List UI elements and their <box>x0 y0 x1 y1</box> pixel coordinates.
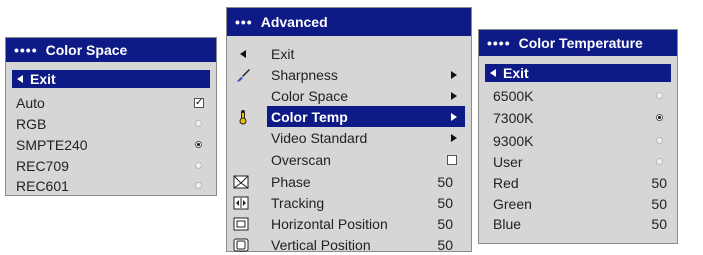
vertical-position-icon <box>233 237 249 253</box>
item-label: Vertical Position <box>271 236 371 253</box>
advanced-item-color-space[interactable]: Color Space <box>227 85 471 106</box>
thermometer-icon <box>235 109 251 125</box>
blue-value: 50 <box>651 215 667 232</box>
phase-icon <box>233 174 249 190</box>
item-label: REC709 <box>16 157 69 174</box>
back-arrow-icon <box>17 75 23 83</box>
color-temp-item-9300k[interactable]: 9300K <box>479 130 677 151</box>
item-label: Video Standard <box>271 129 368 146</box>
user-radio[interactable] <box>656 158 663 165</box>
color-space-item-rgb[interactable]: RGB <box>6 113 216 134</box>
color-space-item-rec601[interactable]: REC601 <box>6 175 216 196</box>
item-label: Tracking <box>271 194 325 211</box>
color-space-menu: •••• Color Space Exit Auto ✓ RGB SMPTE24… <box>5 37 217 196</box>
advanced-item-overscan[interactable]: Overscan <box>227 149 471 170</box>
item-label: Overscan <box>271 151 331 168</box>
advanced-item-exit[interactable]: Exit <box>227 43 471 64</box>
item-label: Green <box>493 195 532 212</box>
color-temp-item-7300k[interactable]: 7300K <box>479 107 677 128</box>
submenu-arrow-icon <box>451 91 457 100</box>
item-label: Auto <box>16 94 45 111</box>
9300k-radio[interactable] <box>656 137 663 144</box>
rec601-radio[interactable] <box>195 182 202 189</box>
item-label: 7300K <box>493 109 534 126</box>
rec709-radio[interactable] <box>195 162 202 169</box>
item-label: Blue <box>493 215 522 232</box>
back-arrow-icon <box>490 69 496 77</box>
item-label: User <box>493 153 523 170</box>
advanced-item-horizontal-position[interactable]: Horizontal Position 50 <box>227 213 471 234</box>
green-value: 50 <box>651 195 667 212</box>
item-label: 6500K <box>493 87 534 104</box>
color-temp-item-user[interactable]: User <box>479 151 677 172</box>
tracking-value: 50 <box>437 194 453 211</box>
smpte240-radio[interactable] <box>195 141 202 148</box>
color-temp-item-blue[interactable]: Blue 50 <box>479 213 677 234</box>
exit-label: Exit <box>30 71 56 87</box>
color-space-item-rec709[interactable]: REC709 <box>6 155 216 176</box>
item-label: REC601 <box>16 177 69 194</box>
advanced-title: Advanced <box>260 14 328 30</box>
color-space-exit[interactable]: Exit <box>12 70 210 88</box>
item-label: Color Space <box>271 87 349 104</box>
overscan-checkbox[interactable] <box>447 154 457 165</box>
item-label: Phase <box>271 173 311 190</box>
advanced-item-tracking[interactable]: Tracking 50 <box>227 192 471 213</box>
color-temp-exit[interactable]: Exit <box>485 64 671 82</box>
back-arrow-icon <box>235 46 251 62</box>
red-value: 50 <box>651 174 667 191</box>
7300k-radio[interactable] <box>656 114 663 121</box>
item-label: Sharpness <box>271 66 338 83</box>
brush-icon <box>235 67 251 83</box>
color-space-item-auto[interactable]: Auto ✓ <box>6 92 216 113</box>
color-temp-item-6500k[interactable]: 6500K <box>479 85 677 106</box>
color-temp-highlight: Color Temp <box>267 106 465 127</box>
submenu-arrow-icon <box>451 112 457 121</box>
item-label: Color Temp <box>271 108 348 125</box>
item-label: Red <box>493 174 519 191</box>
rgb-radio[interactable] <box>195 120 202 127</box>
advanced-menu: ••• Advanced Exit Sharpness Color Space … <box>226 7 472 253</box>
item-label: SMPTE240 <box>16 136 88 153</box>
color-space-item-smpte240[interactable]: SMPTE240 <box>6 134 216 155</box>
submenu-arrow-icon <box>451 133 457 142</box>
submenu-arrow-icon <box>451 70 457 79</box>
color-space-title-bar: •••• Color Space <box>6 38 216 62</box>
horizontal-position-value: 50 <box>437 215 453 232</box>
color-space-title: Color Space <box>45 42 128 58</box>
item-label: Exit <box>271 45 295 62</box>
item-label: Horizontal Position <box>271 215 388 232</box>
phase-value: 50 <box>437 173 453 190</box>
advanced-item-sharpness[interactable]: Sharpness <box>227 64 471 85</box>
title-dots: •••• <box>487 35 511 51</box>
vertical-position-value: 50 <box>437 236 453 253</box>
color-temp-item-red[interactable]: Red 50 <box>479 172 677 193</box>
tracking-icon <box>233 195 249 211</box>
color-temp-item-green[interactable]: Green 50 <box>479 193 677 214</box>
item-label: 9300K <box>493 132 534 149</box>
advanced-item-phase[interactable]: Phase 50 <box>227 171 471 192</box>
advanced-item-video-standard[interactable]: Video Standard <box>227 127 471 148</box>
advanced-item-color-temp[interactable]: Color Temp <box>227 106 471 127</box>
title-dots: ••• <box>235 14 253 30</box>
advanced-title-bar: ••• Advanced <box>227 8 471 36</box>
item-label: RGB <box>16 115 47 132</box>
6500k-radio[interactable] <box>656 92 663 99</box>
auto-checkbox[interactable]: ✓ <box>194 97 204 108</box>
color-temperature-title: Color Temperature <box>518 35 643 51</box>
title-dots: •••• <box>14 42 38 58</box>
exit-label: Exit <box>503 65 529 81</box>
color-temperature-title-bar: •••• Color Temperature <box>479 30 677 56</box>
color-temperature-menu: •••• Color Temperature Exit 6500K 7300K … <box>478 29 678 244</box>
horizontal-position-icon <box>233 216 249 232</box>
